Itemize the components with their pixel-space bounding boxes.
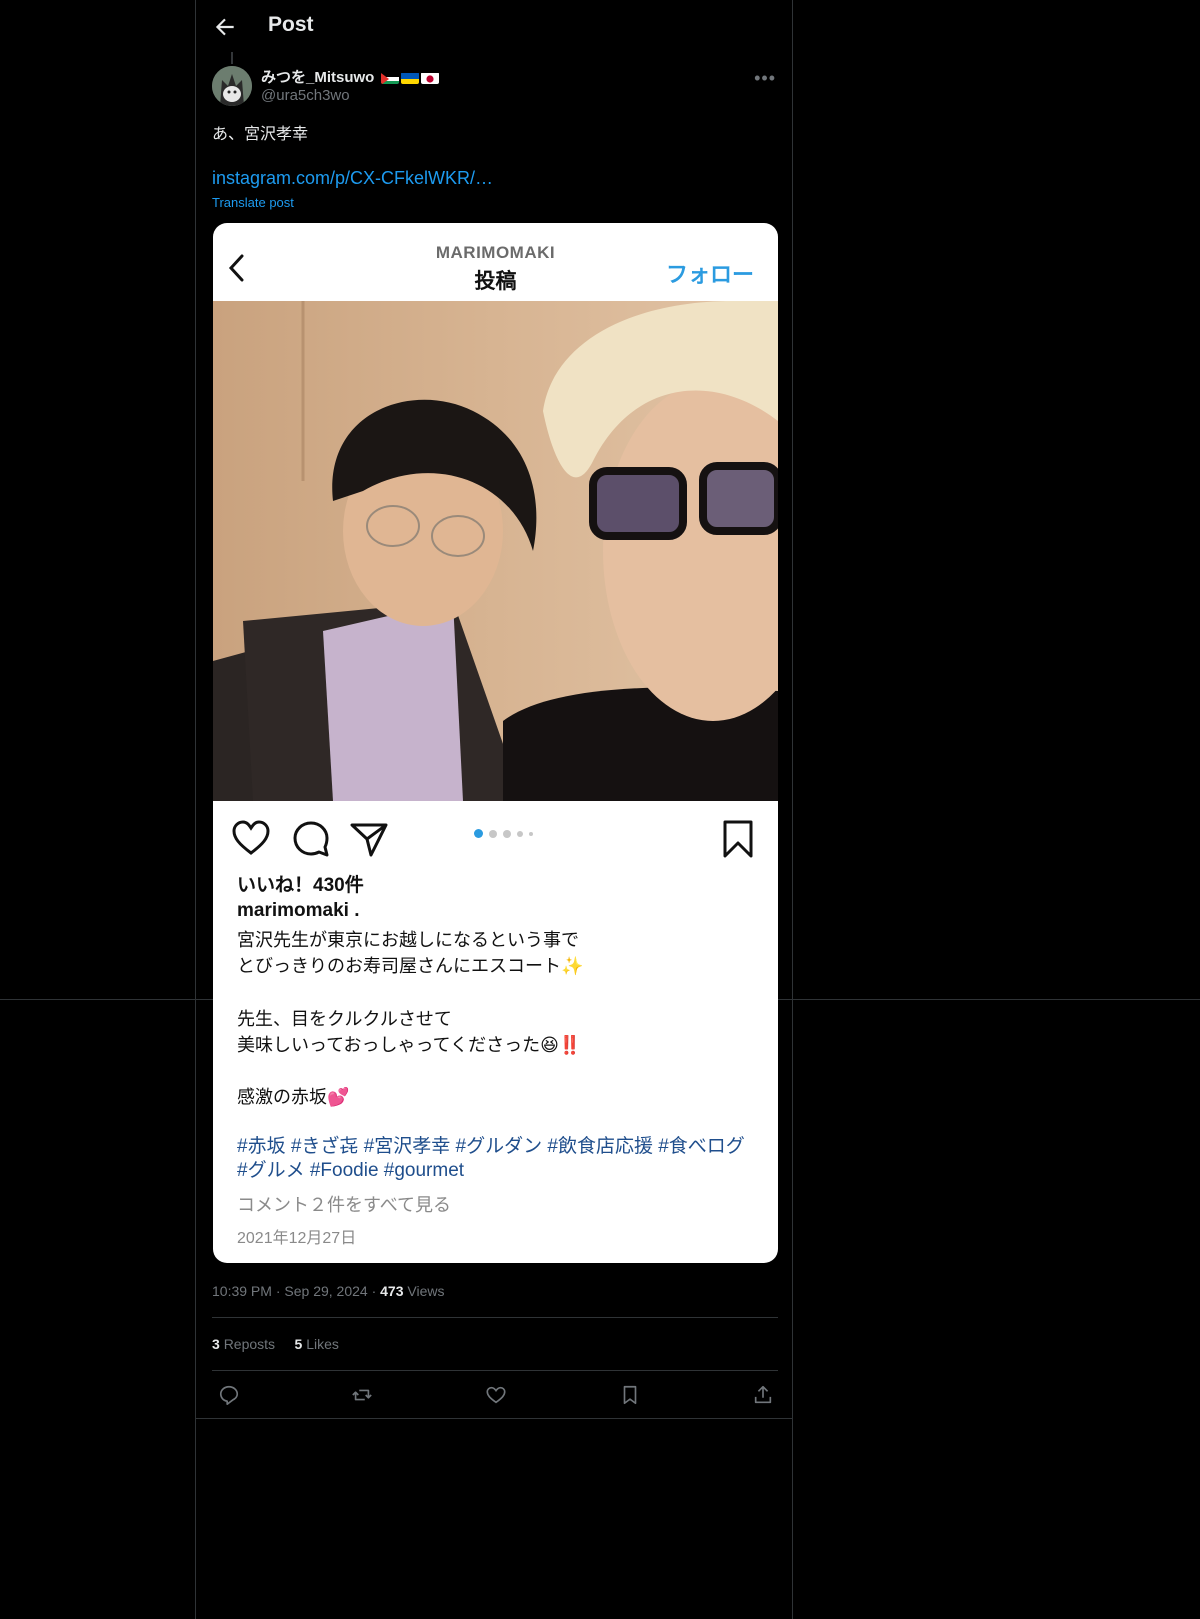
- back-arrow-icon[interactable]: [212, 14, 238, 40]
- ig-date: 2021年12月27日: [237, 1230, 357, 1247]
- ig-caption-line: 宮沢先生が東京にお越しになるという事で: [237, 930, 579, 950]
- ig-caption-line: 感激の赤坂💕: [237, 1087, 350, 1107]
- views-count: 473: [380, 1283, 404, 1299]
- bookmark-action-icon[interactable]: [619, 1384, 641, 1406]
- post-text: あ、宮沢孝幸: [212, 126, 309, 143]
- ig-follow-button: フォロー: [665, 262, 754, 287]
- avatar[interactable]: [212, 66, 252, 106]
- comment-icon: [293, 821, 329, 857]
- like-icon[interactable]: [485, 1384, 507, 1406]
- thread-line: [231, 52, 233, 64]
- ig-account: marimomaki .: [237, 900, 360, 921]
- divider: [196, 1418, 792, 1419]
- ig-hashtags: #赤坂 #きざ㐂 #宮沢孝幸 #グルダン #飲食店応援 #食べログ #グルメ #…: [237, 1136, 745, 1181]
- carousel-dot: [529, 831, 533, 836]
- carousel-dot: [503, 829, 511, 838]
- reposts-count: 3: [212, 1336, 220, 1352]
- divider: [212, 1370, 778, 1371]
- heart-icon: [232, 820, 270, 855]
- instagram-screenshot-image[interactable]: MARIMOMAKI 投稿 フォロー いいね！430件 marimomaki .…: [213, 223, 778, 1263]
- japan-flag-icon: [420, 72, 439, 85]
- post-link[interactable]: instagram.com/p/CX-CFkelWKR/…: [212, 168, 493, 189]
- reply-icon[interactable]: [218, 1384, 240, 1406]
- post-header: Post: [196, 0, 792, 54]
- author-name[interactable]: みつを_Mitsuwo: [261, 66, 439, 87]
- send-icon: [350, 823, 388, 857]
- divider: [212, 1317, 778, 1318]
- ig-caption-line: とびっきりのお寿司屋さんにエスコート✨: [237, 956, 584, 976]
- carousel-dot: [474, 829, 483, 838]
- likes-stat[interactable]: 5 Likes: [295, 1336, 339, 1352]
- ig-caption-line: 美味しいっておっしゃってくださった😆‼️: [237, 1035, 582, 1055]
- share-icon[interactable]: [752, 1384, 774, 1406]
- more-icon[interactable]: •••: [754, 68, 776, 89]
- ig-caption-line: 先生、目をクルクルさせて: [237, 1009, 452, 1029]
- author-handle[interactable]: @ura5ch3wo: [261, 87, 350, 104]
- palestine-flag-icon: [380, 72, 399, 85]
- photo: [213, 301, 778, 801]
- views-label: Views: [407, 1283, 445, 1299]
- carousel-dots: [474, 829, 533, 838]
- post-time[interactable]: 10:39 PM: [212, 1283, 272, 1299]
- meta-separator: ·: [371, 1283, 381, 1299]
- likes-count: 5: [294, 1336, 303, 1352]
- reposts-label: Reposts: [223, 1336, 276, 1352]
- post-column: Post みつを_Mitsuwo @ura5ch3wo ••• あ、宮沢孝幸 i…: [195, 0, 793, 1619]
- repost-icon[interactable]: [351, 1384, 373, 1406]
- flag-emojis: [380, 72, 439, 85]
- bookmark-icon: [723, 820, 753, 858]
- likes-label: Likes: [306, 1336, 339, 1352]
- post-date[interactable]: Sep 29, 2024: [284, 1283, 367, 1299]
- translate-link[interactable]: Translate post: [212, 195, 294, 210]
- page-title: Post: [268, 13, 314, 36]
- reposts-stat[interactable]: 3 Reposts: [212, 1336, 275, 1352]
- ig-comments-link: コメント２件をすべて見る: [237, 1195, 452, 1215]
- carousel-dot: [489, 829, 497, 838]
- ig-likes: いいね！430件: [237, 875, 364, 896]
- carousel-dot: [517, 830, 523, 837]
- author-name-text[interactable]: みつを_Mitsuwo: [261, 69, 374, 86]
- ukraine-flag-icon: [400, 72, 419, 85]
- post-stats: 3 Reposts 5 Likes: [212, 1336, 339, 1352]
- post-meta: 10:39 PM · Sep 29, 2024 · 473 Views: [212, 1283, 444, 1299]
